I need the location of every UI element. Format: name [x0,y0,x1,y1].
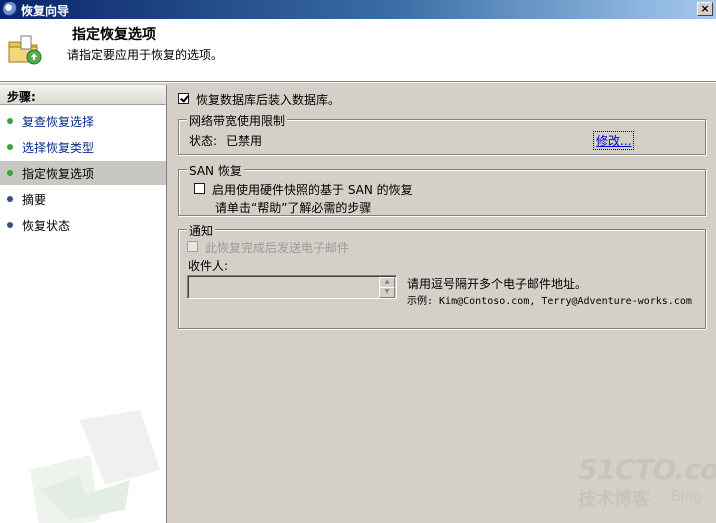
recipients-label: 收件人: [188,259,229,273]
recipients-help: 请用逗号隔开多个电子邮件地址。 [407,277,588,291]
step-done-icon [7,118,13,124]
page-title: 指定恢复选项 [72,27,156,43]
step-specify-options[interactable]: 指定恢复选项 [0,161,166,185]
san-group: SAN 恢复 启用使用硬件快照的基于 SAN 的恢复 请单击“帮助”了解必需的步… [178,162,706,216]
options-pane: 恢复数据库后装入数据库。 网络带宽使用限制 状态: 已禁用 修改... SAN … [168,85,716,523]
step-done-icon [7,144,13,150]
mount-db-label: 恢复数据库后装入数据库。 [196,93,341,107]
email-notify-checkbox[interactable] [187,241,198,252]
watermark-blog-en: Blog [671,489,702,505]
step-pending-icon [7,222,13,228]
bandwidth-status-label: 状态: [189,134,218,148]
step-label: 指定恢复选项 [22,167,95,181]
step-label: 摘要 [22,193,47,207]
wizard-app-icon [3,2,17,16]
title-bar: 恢复向导 × [0,0,716,19]
bandwidth-status-value: 已禁用 [226,134,263,148]
step-label: 选择恢复类型 [22,141,95,155]
header-divider [0,81,716,83]
step-label: 恢复状态 [22,219,71,233]
notify-group: 通知 此恢复完成后发送电子邮件 收件人: ▲ ▼ 请用逗号隔开多个电子邮件地址。… [178,222,706,329]
close-button[interactable]: × [697,2,713,16]
san-hint: 请单击“帮助”了解必需的步骤 [215,201,372,215]
scroll-down-icon[interactable]: ▼ [379,287,395,298]
wizard-header: 指定恢复选项 请指定要应用于恢复的选项。 [0,19,716,83]
step-label: 复查恢复选择 [22,115,95,129]
san-legend: SAN 恢复 [187,162,244,179]
email-notify-label: 此恢复完成后发送电子邮件 [205,241,350,255]
mount-db-checkbox[interactable] [178,93,189,104]
step-pending-icon [7,196,13,202]
watermark-site: 51CTO.com [578,453,716,486]
notify-legend: 通知 [187,222,216,239]
folder-restore-icon [8,35,42,65]
recipients-input[interactable]: ▲ ▼ [187,275,397,299]
bandwidth-legend: 网络带宽使用限制 [187,112,288,129]
watermark-blog-cn: 技术博客 [578,489,650,510]
modify-link[interactable]: 修改... [593,131,635,150]
steps-pane: 步骤: 复查恢复选择 选择恢复类型 指定恢复选项 摘要 恢复状态 [0,85,167,523]
san-checkbox[interactable] [194,183,205,194]
recipients-example: 示例: Kim@Contoso.com, Terry@Adventure-wor… [407,296,692,307]
decorative-background-graphic [30,410,160,523]
page-subtitle: 请指定要应用于恢复的选项。 [67,48,224,62]
step-recovery-status[interactable]: 恢复状态 [0,213,166,237]
steps-header: 步骤: [0,85,166,105]
step-current-icon [7,170,13,176]
san-checkbox-label: 启用使用硬件快照的基于 SAN 的恢复 [212,183,413,197]
step-review-selection[interactable]: 复查恢复选择 [0,109,166,133]
bandwidth-group: 网络带宽使用限制 状态: 已禁用 修改... [178,112,706,155]
step-select-recovery-type[interactable]: 选择恢复类型 [0,135,166,159]
window-title: 恢复向导 [21,4,70,18]
step-summary[interactable]: 摘要 [0,187,166,211]
